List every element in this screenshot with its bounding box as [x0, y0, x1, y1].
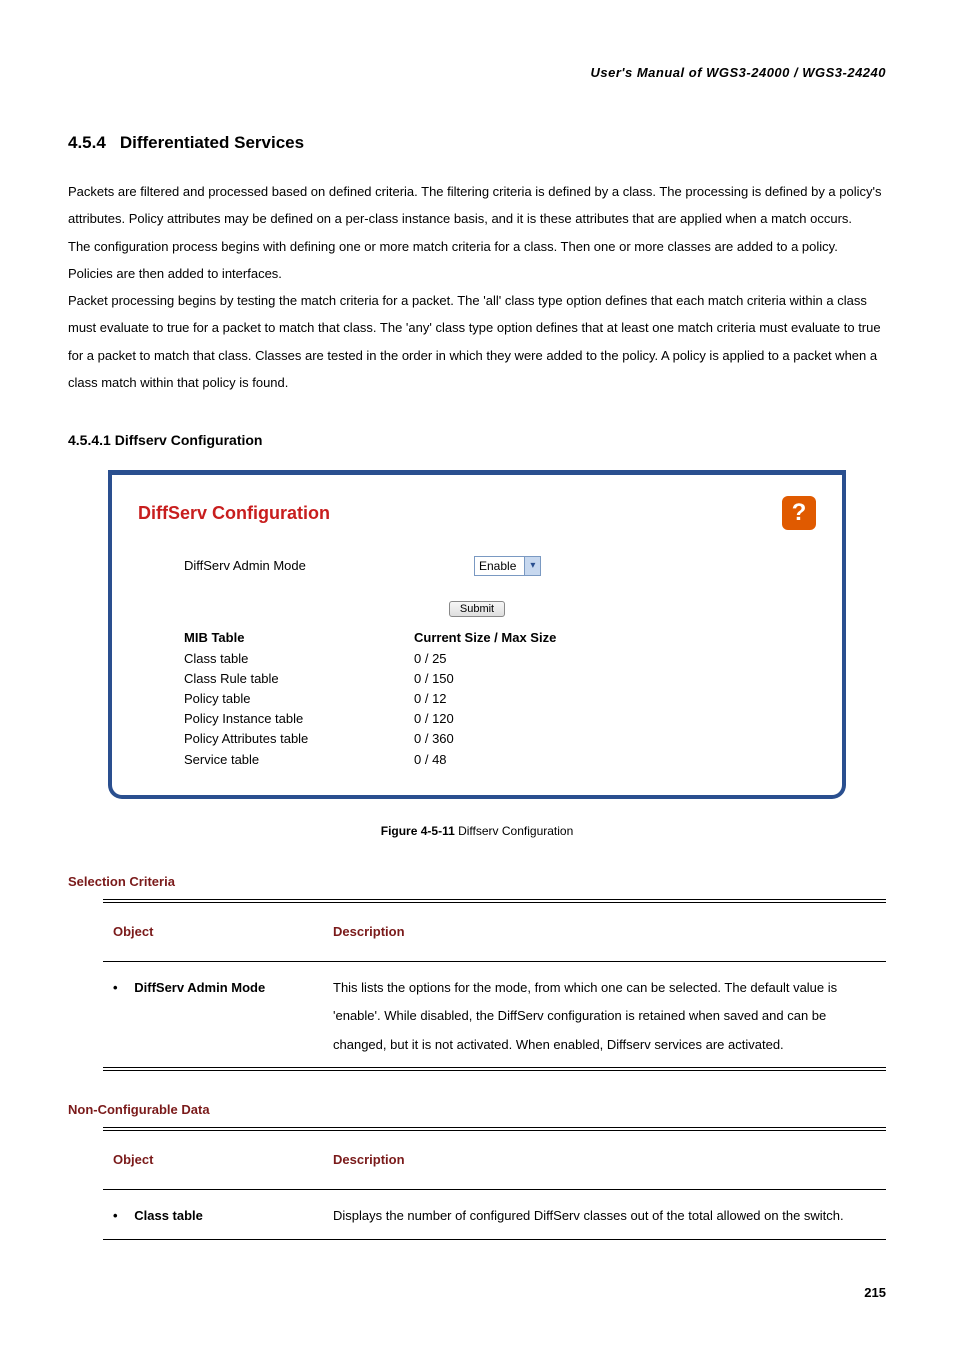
- mib-row-name: Policy table: [184, 690, 414, 708]
- page-number: 215: [68, 1280, 886, 1306]
- help-icon[interactable]: ?: [782, 496, 816, 530]
- table-header-description: Description: [323, 1129, 886, 1190]
- body-paragraph: Packets are filtered and processed based…: [68, 178, 886, 233]
- description-cell: Displays the number of configured DiffSe…: [323, 1190, 886, 1240]
- nonconfig-label: Non-Configurable Data: [68, 1097, 886, 1123]
- admin-mode-value: Enable: [479, 554, 524, 578]
- section-heading: 4.5.4 Differentiated Services: [68, 126, 886, 160]
- mib-row-value: 0 / 150: [414, 670, 644, 688]
- subsection-heading: 4.5.4.1 Diffserv Configuration: [68, 426, 886, 454]
- table-header-object: Object: [103, 1129, 323, 1190]
- mib-row-name: Policy Attributes table: [184, 730, 414, 748]
- admin-mode-row: DiffServ Admin Mode Enable ▾: [184, 553, 816, 579]
- running-header: User's Manual of WGS3-24000 / WGS3-24240: [68, 60, 886, 86]
- panel-title: DiffServ Configuration: [138, 495, 330, 531]
- mib-header-left: MIB Table: [184, 629, 414, 647]
- table-header-object: Object: [103, 901, 323, 962]
- selection-criteria-label: Selection Criteria: [68, 869, 886, 895]
- mib-row-name: Policy Instance table: [184, 710, 414, 728]
- object-cell: • DiffServ Admin Mode: [103, 961, 323, 1069]
- object-cell: • Class table: [103, 1190, 323, 1240]
- mib-row-value: 0 / 12: [414, 690, 644, 708]
- mib-row-value: 0 / 120: [414, 710, 644, 728]
- mib-row-name: Class Rule table: [184, 670, 414, 688]
- diffserv-config-panel: DiffServ Configuration ? DiffServ Admin …: [108, 470, 846, 798]
- mib-row-name: Class table: [184, 650, 414, 668]
- table-row: • Class table Displays the number of con…: [103, 1190, 886, 1240]
- section-number: 4.5.4: [68, 133, 106, 152]
- table-header-description: Description: [323, 901, 886, 962]
- panel-title-row: DiffServ Configuration ?: [138, 495, 816, 531]
- figure-caption: Figure 4-5-11 Diffserv Configuration: [68, 819, 886, 843]
- mib-row-value: 0 / 25: [414, 650, 644, 668]
- submit-button[interactable]: Submit: [449, 601, 505, 617]
- admin-mode-label: DiffServ Admin Mode: [184, 553, 474, 579]
- screenshot-panel-wrap: DiffServ Configuration ? DiffServ Admin …: [108, 470, 846, 798]
- nonconfig-table: Object Description • Class table Display…: [103, 1127, 886, 1240]
- section-title: Differentiated Services: [120, 133, 304, 152]
- admin-mode-select[interactable]: Enable ▾: [474, 556, 541, 576]
- mib-row-name: Service table: [184, 751, 414, 769]
- figure-caption-bold: Figure 4-5-11: [381, 824, 455, 838]
- figure-caption-rest: Diffserv Configuration: [455, 824, 574, 838]
- body-paragraph: Packet processing begins by testing the …: [68, 287, 886, 396]
- submit-row: Submit: [138, 601, 816, 617]
- selection-criteria-table: Object Description • DiffServ Admin Mode…: [103, 899, 886, 1072]
- mib-table: MIB Table Current Size / Max Size Class …: [184, 629, 816, 768]
- mib-row-value: 0 / 48: [414, 751, 644, 769]
- body-paragraph: The configuration process begins with de…: [68, 233, 886, 288]
- chevron-down-icon: ▾: [524, 557, 540, 575]
- mib-row-value: 0 / 360: [414, 730, 644, 748]
- description-cell: This lists the options for the mode, fro…: [323, 961, 886, 1069]
- table-row: • DiffServ Admin Mode This lists the opt…: [103, 961, 886, 1069]
- mib-header-right: Current Size / Max Size: [414, 629, 644, 647]
